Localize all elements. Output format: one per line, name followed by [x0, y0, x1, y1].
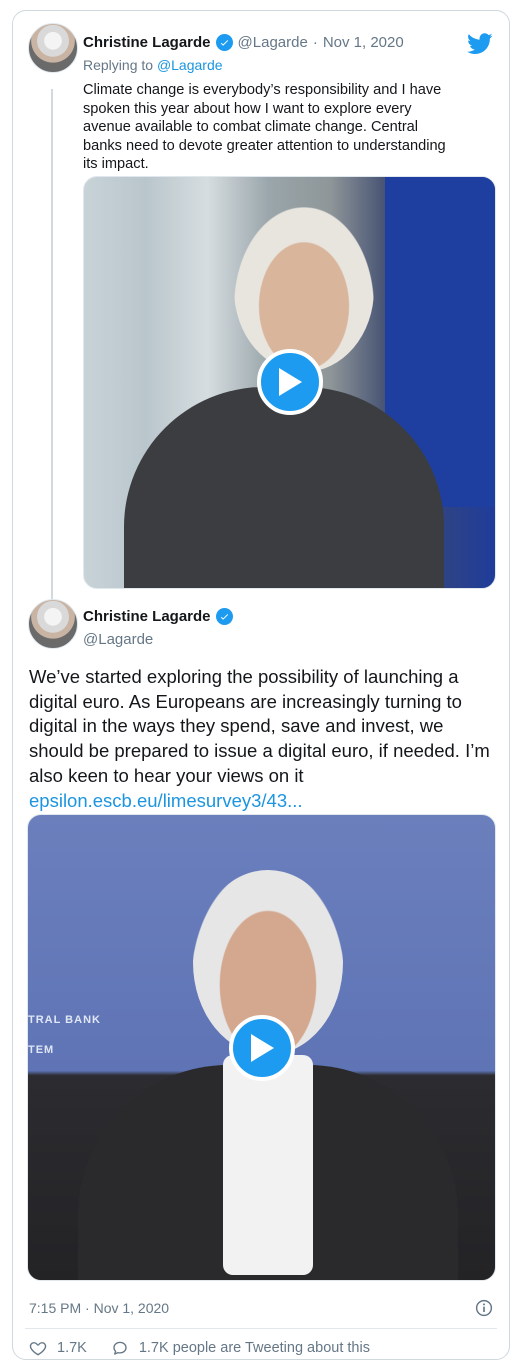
heart-icon [29, 1342, 47, 1356]
video-thumbnail[interactable]: TRAL BANK TEM [27, 814, 496, 1281]
play-icon [279, 368, 302, 396]
replying-to: Replying to @Lagarde [83, 57, 223, 73]
play-button[interactable] [257, 349, 323, 415]
tweet-date[interactable]: Nov 1, 2020 [323, 34, 404, 51]
tweeting-about-link[interactable]: 1.7K people are Tweeting about this [111, 1339, 370, 1357]
reply-tweet-text: Climate change is everybody’s responsibi… [83, 82, 446, 172]
author-handle[interactable]: @Lagarde [83, 631, 153, 648]
tweeting-about-text: 1.7K people are Tweeting about this [138, 1340, 370, 1356]
like-button[interactable]: 1.7K [29, 1339, 87, 1357]
author-handle[interactable]: @Lagarde [238, 34, 308, 51]
play-icon [251, 1034, 274, 1062]
info-icon[interactable] [475, 1299, 493, 1317]
tweet-card: Christine Lagarde @Lagarde · Nov 1, 2020… [12, 10, 510, 1360]
main-header: Christine Lagarde [83, 608, 233, 625]
like-count: 1.7K [57, 1340, 87, 1356]
comment-icon [113, 1341, 127, 1355]
divider [25, 1328, 497, 1329]
tweet-actions: 1.7K 1.7K people are Tweeting about this [29, 1339, 394, 1357]
avatar[interactable] [28, 599, 78, 649]
author-name[interactable]: Christine Lagarde [83, 608, 211, 625]
video-thumbnail[interactable] [83, 176, 496, 589]
reply-header: Christine Lagarde @Lagarde · Nov 1, 2020 [83, 34, 404, 51]
author-name[interactable]: Christine Lagarde [83, 34, 211, 51]
verified-badge-icon [215, 608, 233, 625]
video-background-text: TRAL BANK TEM [28, 1014, 101, 1056]
tweet-link[interactable]: epsilon.escb.eu/limesurvey3/43... [29, 790, 303, 811]
twitter-bird-icon[interactable] [467, 33, 493, 55]
separator: · [312, 34, 318, 51]
thread-line [51, 89, 53, 609]
verified-badge-icon [215, 34, 233, 51]
tweet-timestamp[interactable]: 7:15 PM · Nov 1, 2020 [29, 1300, 169, 1316]
replying-to-link[interactable]: @Lagarde [157, 57, 223, 73]
play-button[interactable] [229, 1015, 295, 1081]
main-tweet-text: We’ve started exploring the possibility … [29, 666, 490, 811]
avatar[interactable] [28, 23, 78, 73]
